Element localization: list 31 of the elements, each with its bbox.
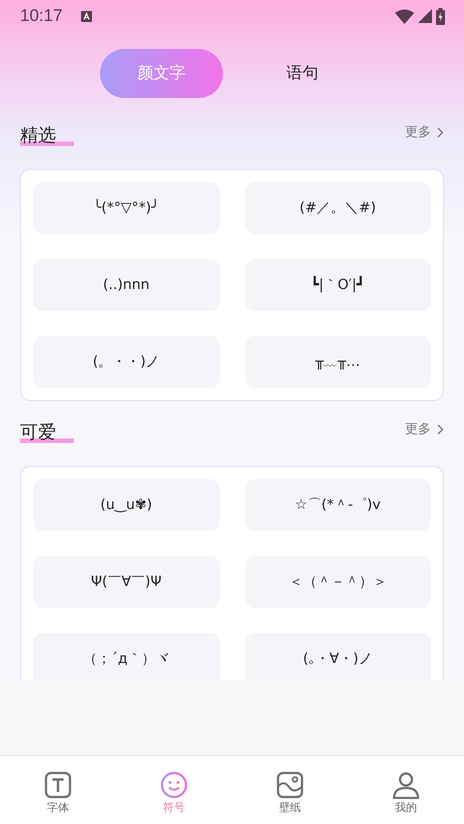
- kaomoji-item[interactable]: ╥﹏╥…: [244, 336, 431, 388]
- status-time: 10:17: [20, 6, 63, 26]
- battery-icon: [436, 8, 445, 24]
- more-link[interactable]: 更多: [405, 123, 444, 141]
- nav-tab[interactable]: 字体: [0, 756, 116, 824]
- kaomoji-item[interactable]: ╰(*°▽°*)╯: [33, 182, 220, 234]
- chevron-icon: [437, 424, 444, 434]
- kaomoji-item[interactable]: (#／。＼#): [244, 182, 431, 234]
- person-icon: [392, 771, 420, 799]
- kaomoji-item[interactable]: (..)nnn: [33, 259, 220, 311]
- wifi-icon: [395, 8, 414, 24]
- smiley-icon: [160, 771, 188, 799]
- section-title: 可爱: [20, 421, 74, 445]
- kaomoji-item[interactable]: （；´д｀）ヾ: [33, 633, 220, 680]
- chevron-icon: [437, 126, 444, 138]
- image-icon: [276, 771, 304, 799]
- kaomoji-item[interactable]: (。・・)ノ: [33, 336, 220, 388]
- nav-tab[interactable]: 壁纸: [232, 756, 348, 824]
- kaomoji-item[interactable]: ＜（＾－＾）＞: [244, 556, 431, 608]
- kaomoji-item[interactable]: (u‿u✾): [33, 479, 220, 531]
- kaomoji-item[interactable]: (｡・∀・)ノ: [244, 633, 431, 680]
- kaomoji-item[interactable]: ┗|｀O′|┛: [244, 259, 431, 311]
- more-link[interactable]: 更多: [405, 420, 444, 438]
- nav-tab[interactable]: 我的: [348, 756, 464, 824]
- signal-icon: [418, 9, 432, 23]
- text-icon: [44, 771, 72, 799]
- tab[interactable]: 语句: [241, 49, 364, 98]
- notification-icon: [80, 10, 92, 22]
- section-title: 精选: [20, 124, 74, 148]
- kaomoji-item[interactable]: Ψ(￣∀￣)Ψ: [33, 556, 220, 608]
- kaomoji-item[interactable]: ☆⌒(*＾-゜)v: [244, 479, 431, 531]
